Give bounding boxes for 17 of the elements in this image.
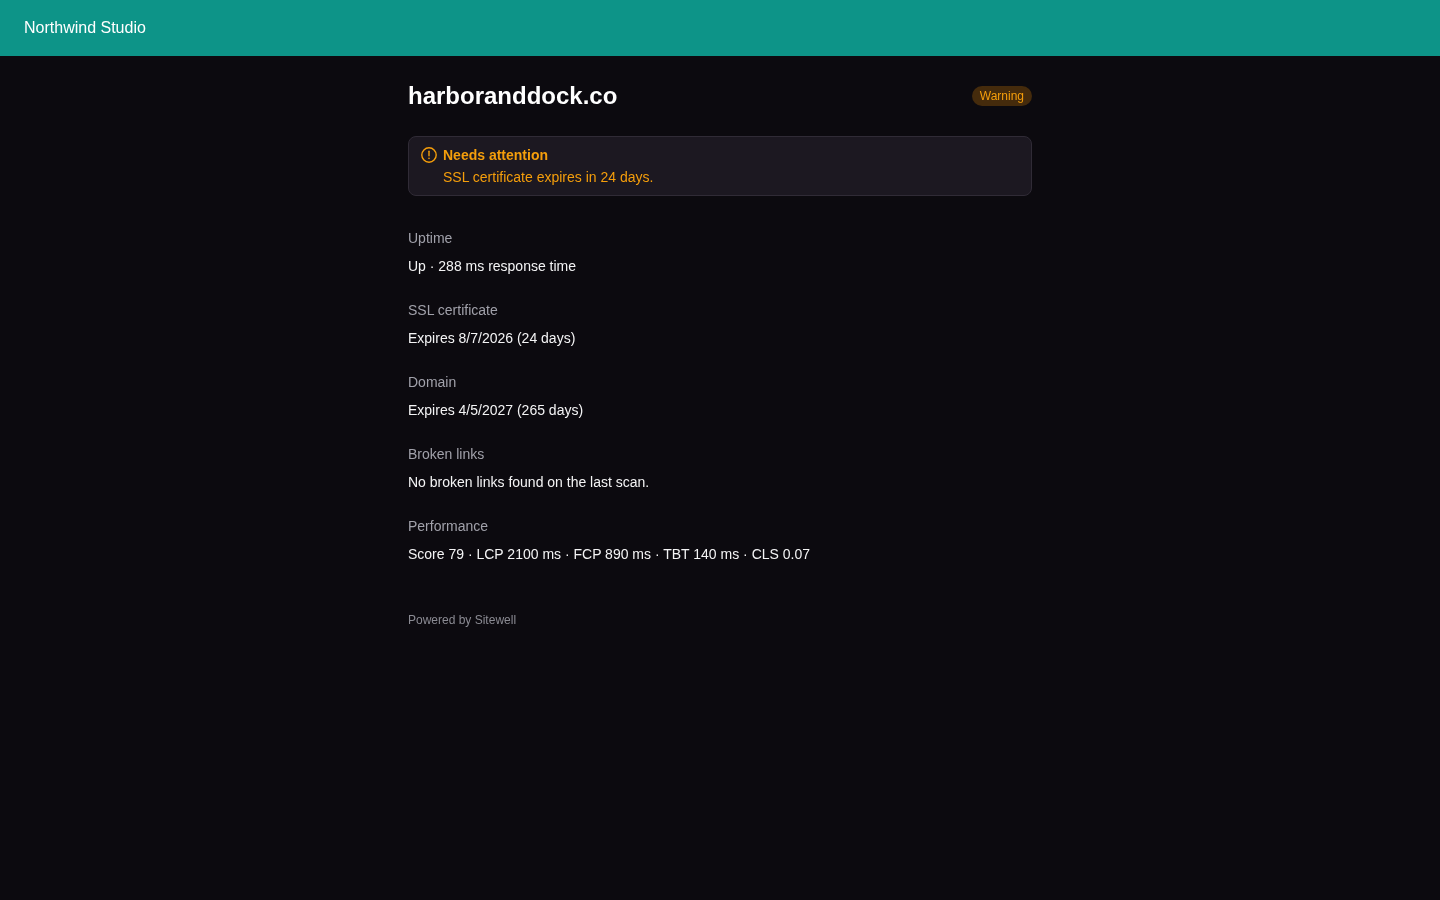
section-value: Expires 8/7/2026 (24 days) bbox=[408, 329, 577, 348]
section-label: Performance bbox=[408, 517, 490, 536]
section-label: Domain bbox=[408, 373, 458, 392]
section-value: No broken links found on the last scan. bbox=[408, 473, 651, 492]
alert-message: SSL certificate expires in 24 days. bbox=[443, 168, 654, 187]
section-value: Up · 288 ms response time bbox=[408, 257, 578, 276]
section-value: Expires 4/5/2027 (265 days) bbox=[408, 401, 585, 420]
section-label: Uptime bbox=[408, 229, 454, 248]
status-badge: Warning bbox=[971, 86, 1032, 106]
brand-name: Northwind Studio bbox=[24, 18, 146, 38]
warning-icon bbox=[421, 147, 437, 163]
section-label: SSL certificate bbox=[408, 301, 499, 320]
footer-text: Powered by Sitewell bbox=[408, 612, 518, 628]
alert-title: Needs attention bbox=[443, 146, 549, 165]
section-label: Broken links bbox=[408, 445, 486, 464]
section-value: Score 79 · LCP 2100 ms · FCP 890 ms · TBT 140 ms · CLS 0.07 bbox=[408, 545, 812, 564]
site-title: harboranddock.co bbox=[408, 81, 618, 111]
